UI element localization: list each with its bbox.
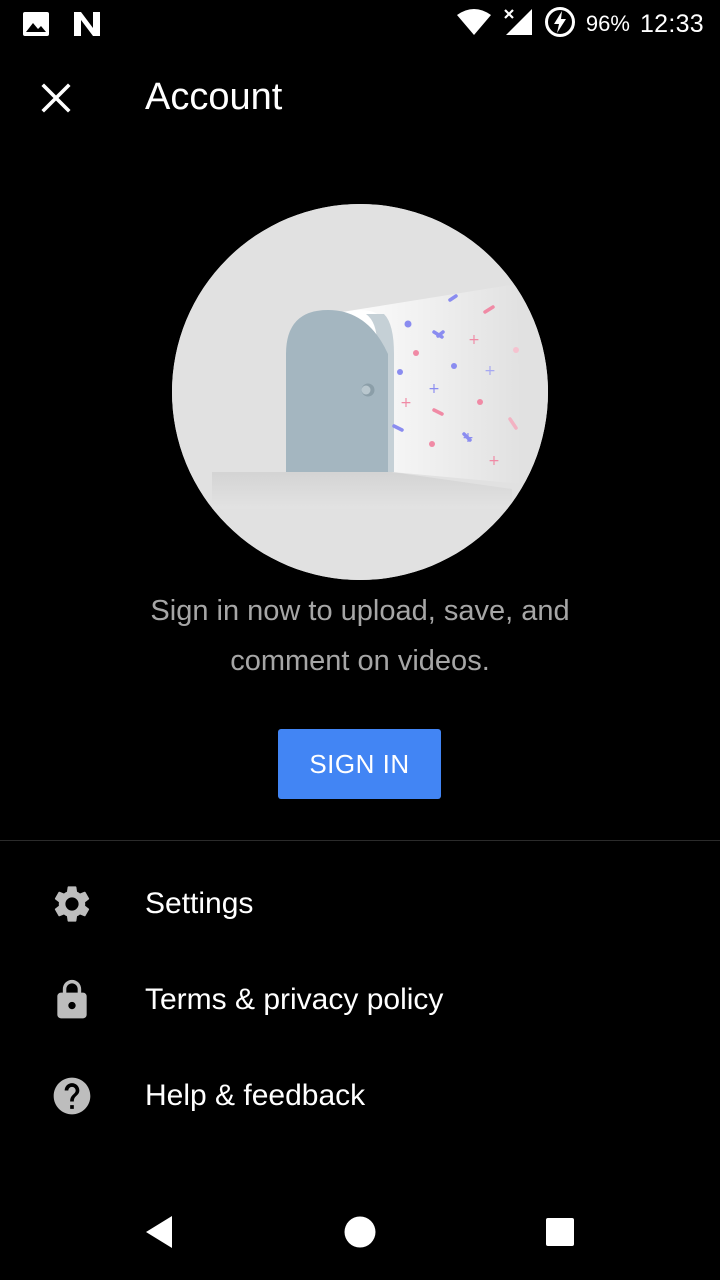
svg-text:+: + xyxy=(484,363,496,379)
back-button[interactable] xyxy=(130,1202,190,1262)
signal-icon xyxy=(502,7,534,42)
menu-item-label: Terms & privacy policy xyxy=(145,983,444,1016)
close-button[interactable] xyxy=(28,70,84,126)
svg-text:+: + xyxy=(400,395,412,411)
menu-item-help[interactable]: Help & feedback xyxy=(0,1048,720,1144)
menu-item-label: Settings xyxy=(145,887,254,920)
image-notification-icon xyxy=(22,11,50,42)
wifi-icon xyxy=(456,7,492,42)
recents-button[interactable] xyxy=(530,1202,590,1262)
svg-text:+: + xyxy=(462,430,474,446)
gear-icon xyxy=(48,880,96,928)
n-notification-icon xyxy=(72,10,102,43)
menu-item-settings[interactable]: Settings xyxy=(0,856,720,952)
recents-icon xyxy=(546,1218,574,1246)
page-title: Account xyxy=(145,76,283,118)
clock: 12:33 xyxy=(639,9,704,38)
sign-in-prompt: Sign in now to upload, save, and comment… xyxy=(150,595,570,677)
account-menu: Settings Terms & privacy policy Help & f… xyxy=(0,856,720,1144)
app-bar: Account xyxy=(0,48,720,148)
system-nav-bar xyxy=(0,1184,720,1280)
svg-text:+: + xyxy=(488,453,500,469)
back-icon xyxy=(146,1216,172,1248)
battery-percent: 96% xyxy=(585,11,630,36)
menu-item-label: Help & feedback xyxy=(145,1079,366,1112)
menu-item-terms[interactable]: Terms & privacy policy xyxy=(0,952,720,1048)
help-icon xyxy=(48,1072,96,1120)
close-icon xyxy=(41,83,71,113)
battery-charging-icon xyxy=(544,6,576,43)
svg-text:+: + xyxy=(428,381,440,397)
status-bar: 96% 12:33 xyxy=(0,0,720,48)
divider xyxy=(0,840,720,841)
sign-in-illustration: + + + + + + xyxy=(172,204,548,580)
home-icon xyxy=(344,1216,376,1248)
svg-text:+: + xyxy=(468,332,480,348)
sign-in-button[interactable]: SIGN IN xyxy=(278,729,441,799)
home-button[interactable] xyxy=(330,1202,390,1262)
lock-icon xyxy=(48,976,96,1024)
